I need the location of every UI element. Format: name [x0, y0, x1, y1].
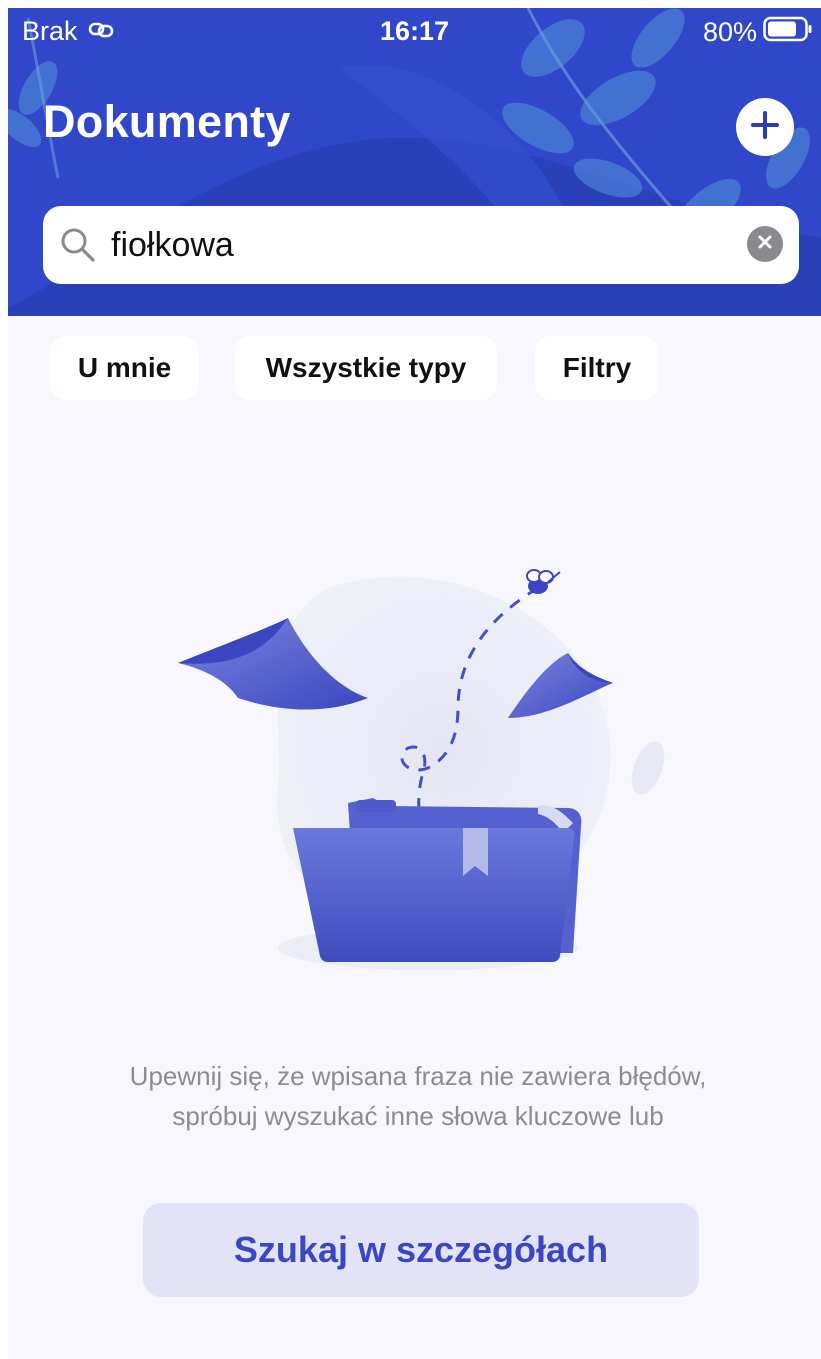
filter-chip-label: Filtry [562, 352, 632, 383]
search-input[interactable] [111, 220, 731, 270]
page-title: Dokumenty [43, 96, 291, 147]
header: Brak 16:17 80% Dokumenty [8, 8, 821, 316]
filter-chip-filters[interactable]: Filtry [535, 336, 659, 400]
status-bar: Brak 16:17 80% [8, 8, 821, 56]
plus-icon [749, 109, 781, 146]
filter-chip-location[interactable]: U mnie [50, 336, 199, 400]
search-icon [59, 226, 97, 269]
filter-chip-label: Wszystkie typy [265, 352, 467, 383]
filter-chip-type[interactable]: Wszystkie typy [235, 336, 497, 400]
clear-search-button[interactable] [747, 226, 783, 262]
search-in-details-button[interactable]: Szukaj w szczegółach [143, 1203, 699, 1297]
close-icon [757, 234, 773, 255]
clock: 16:17 [379, 16, 450, 46]
search-bar [43, 206, 799, 284]
battery-status: 80% [703, 16, 813, 49]
battery-percent: 80% [702, 17, 757, 47]
bee-icon [526, 569, 561, 594]
screen: Brak 16:17 80% Dokumenty fiołkowa U mnie… [8, 8, 821, 1359]
search-in-details-label: Szukaj w szczegółach [233, 1229, 609, 1270]
empty-state-message: Upewnij się, że wpisana fraza nie zawier… [129, 1061, 707, 1131]
empty-folder-illustration [178, 569, 665, 970]
filter-chip-label: U mnie [77, 352, 172, 383]
add-document-button[interactable] [736, 98, 794, 156]
battery-icon [763, 16, 813, 49]
